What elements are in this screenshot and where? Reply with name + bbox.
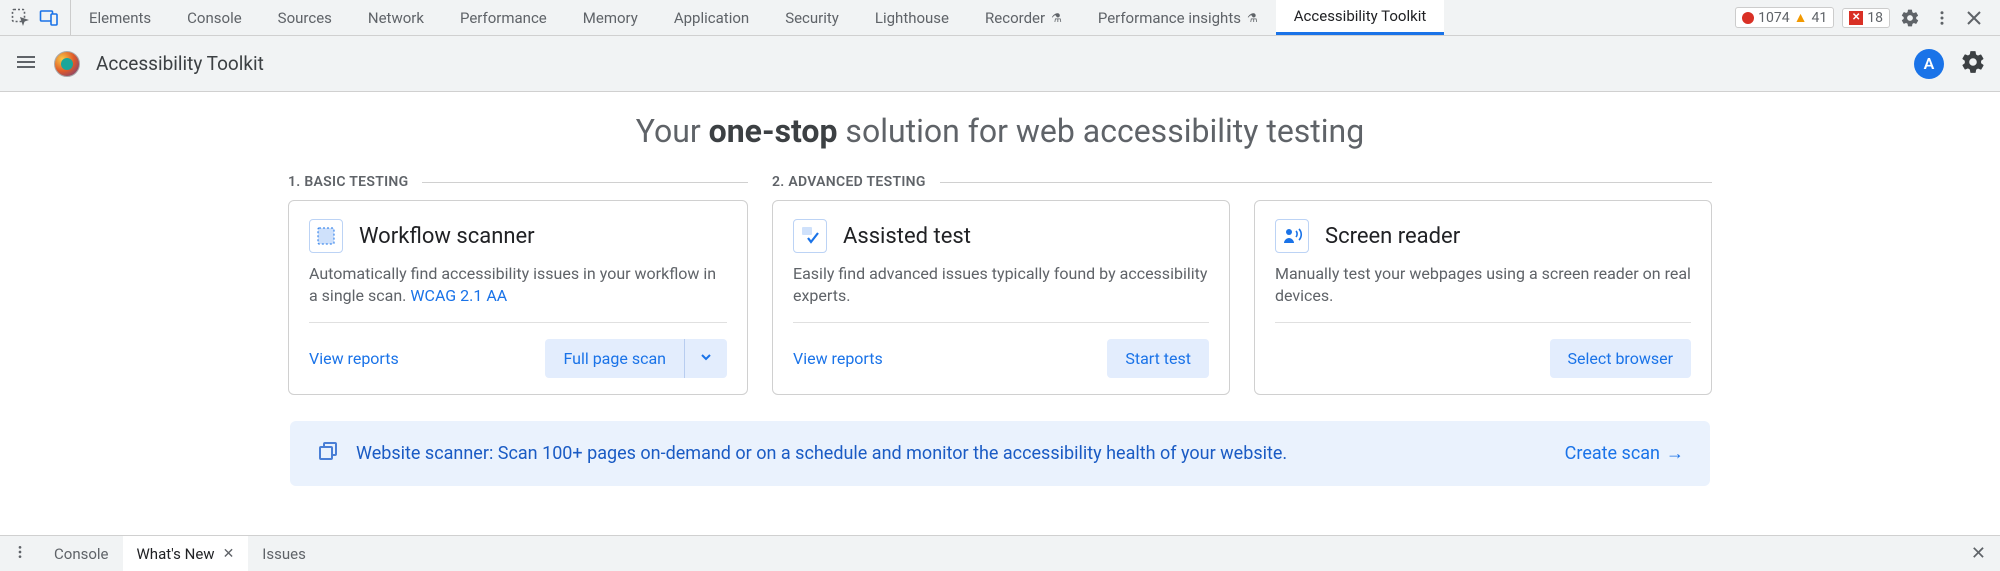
drawer-tab-bar: Console What's New ✕ Issues ✕ bbox=[0, 535, 2000, 571]
menu-icon[interactable] bbox=[14, 50, 38, 78]
divider bbox=[309, 322, 727, 323]
card-desc: Automatically find accessibility issues … bbox=[309, 263, 727, 308]
tab-security[interactable]: Security bbox=[767, 0, 857, 35]
device-toggle-icon[interactable] bbox=[38, 7, 60, 29]
issues-square-icon: ✕ bbox=[1849, 11, 1863, 25]
arrow-right-icon: → bbox=[1666, 443, 1684, 464]
drawer-more-icon[interactable] bbox=[0, 544, 40, 564]
drawer-close-icon[interactable]: ✕ bbox=[1957, 543, 2000, 564]
tab-elements[interactable]: Elements bbox=[71, 0, 169, 35]
drawer-tab-whats-new[interactable]: What's New ✕ bbox=[123, 536, 249, 571]
panel-header: Accessibility Toolkit A bbox=[0, 36, 2000, 92]
close-tab-icon[interactable]: ✕ bbox=[223, 546, 235, 562]
issues-count: 18 bbox=[1867, 10, 1883, 26]
banner-text: Website scanner: Scan 100+ pages on-dema… bbox=[356, 443, 1287, 464]
drawer-tab-console[interactable]: Console bbox=[40, 536, 123, 571]
wcag-link[interactable]: WCAG 2.1 AA bbox=[410, 286, 507, 305]
inspect-element-icon[interactable] bbox=[10, 7, 32, 29]
warning-triangle-icon: ▲ bbox=[1794, 9, 1808, 26]
divider bbox=[1275, 322, 1691, 323]
scanner-icon bbox=[309, 219, 343, 253]
brand-logo-icon bbox=[54, 51, 80, 77]
assisted-test-icon bbox=[793, 219, 827, 253]
tab-lighthouse[interactable]: Lighthouse bbox=[857, 0, 967, 35]
tab-application[interactable]: Application bbox=[656, 0, 767, 35]
card-title: Assisted test bbox=[843, 224, 971, 249]
start-test-button[interactable]: Start test bbox=[1107, 339, 1209, 378]
tab-accessibility-toolkit[interactable]: Accessibility Toolkit bbox=[1276, 0, 1445, 35]
full-page-scan-split-button: Full page scan bbox=[545, 339, 727, 378]
tab-performance-insights[interactable]: Performance insights⚗ bbox=[1080, 0, 1276, 35]
warning-count: 41 bbox=[1812, 10, 1828, 26]
create-scan-link[interactable]: Create scan → bbox=[1565, 443, 1684, 464]
website-scanner-banner: Website scanner: Scan 100+ pages on-dema… bbox=[290, 421, 1710, 486]
error-dot-icon bbox=[1742, 12, 1754, 24]
main-content: Your one-stop solution for web accessibi… bbox=[0, 92, 2000, 486]
tab-sources[interactable]: Sources bbox=[260, 0, 350, 35]
error-count: 1074 bbox=[1758, 10, 1789, 26]
card-title: Screen reader bbox=[1325, 224, 1460, 249]
divider bbox=[793, 322, 1209, 323]
scan-options-dropdown[interactable] bbox=[685, 339, 727, 378]
chevron-down-icon bbox=[699, 350, 713, 364]
card-screen-reader: Screen reader Manually test your webpage… bbox=[1254, 200, 1712, 395]
panel-settings-icon[interactable] bbox=[1960, 49, 1986, 79]
section-advanced-label: 2. ADVANCED TESTING bbox=[772, 174, 1712, 190]
tab-memory[interactable]: Memory bbox=[565, 0, 656, 35]
view-reports-link[interactable]: View reports bbox=[309, 349, 399, 368]
devtools-tab-bar: Elements Console Sources Network Perform… bbox=[0, 0, 2000, 36]
tab-recorder[interactable]: Recorder⚗ bbox=[967, 0, 1080, 35]
drawer-tab-issues[interactable]: Issues bbox=[248, 536, 320, 571]
pages-stack-icon bbox=[316, 439, 340, 468]
card-assisted-test: Assisted test Easily find advanced issue… bbox=[772, 200, 1230, 395]
tab-performance[interactable]: Performance bbox=[442, 0, 565, 35]
devtools-settings-icon[interactable] bbox=[1898, 6, 1922, 30]
select-browser-button[interactable]: Select browser bbox=[1550, 339, 1692, 378]
devtools-close-icon[interactable] bbox=[1962, 6, 1986, 30]
panel-title: Accessibility Toolkit bbox=[96, 52, 264, 75]
devtools-tabs: Elements Console Sources Network Perform… bbox=[71, 0, 1735, 35]
experiment-icon: ⚗ bbox=[1247, 11, 1258, 25]
devtools-more-icon[interactable] bbox=[1930, 6, 1954, 30]
full-page-scan-button[interactable]: Full page scan bbox=[545, 339, 685, 378]
issues-badge[interactable]: ✕ 18 bbox=[1842, 8, 1890, 28]
account-avatar[interactable]: A bbox=[1914, 49, 1944, 79]
card-desc: Easily find advanced issues typically fo… bbox=[793, 263, 1209, 308]
card-workflow-scanner: Workflow scanner Automatically find acce… bbox=[288, 200, 748, 395]
screen-reader-icon bbox=[1275, 219, 1309, 253]
section-basic-label: 1. BASIC TESTING bbox=[288, 174, 748, 190]
card-title: Workflow scanner bbox=[359, 224, 535, 249]
errors-warnings-badge[interactable]: 1074 ▲ 41 bbox=[1735, 7, 1834, 28]
hero-heading: Your one-stop solution for web accessibi… bbox=[0, 112, 2000, 150]
view-reports-link[interactable]: View reports bbox=[793, 349, 883, 368]
tab-console[interactable]: Console bbox=[169, 0, 260, 35]
card-desc: Manually test your webpages using a scre… bbox=[1275, 263, 1691, 308]
experiment-icon: ⚗ bbox=[1051, 11, 1062, 25]
tab-network[interactable]: Network bbox=[350, 0, 442, 35]
